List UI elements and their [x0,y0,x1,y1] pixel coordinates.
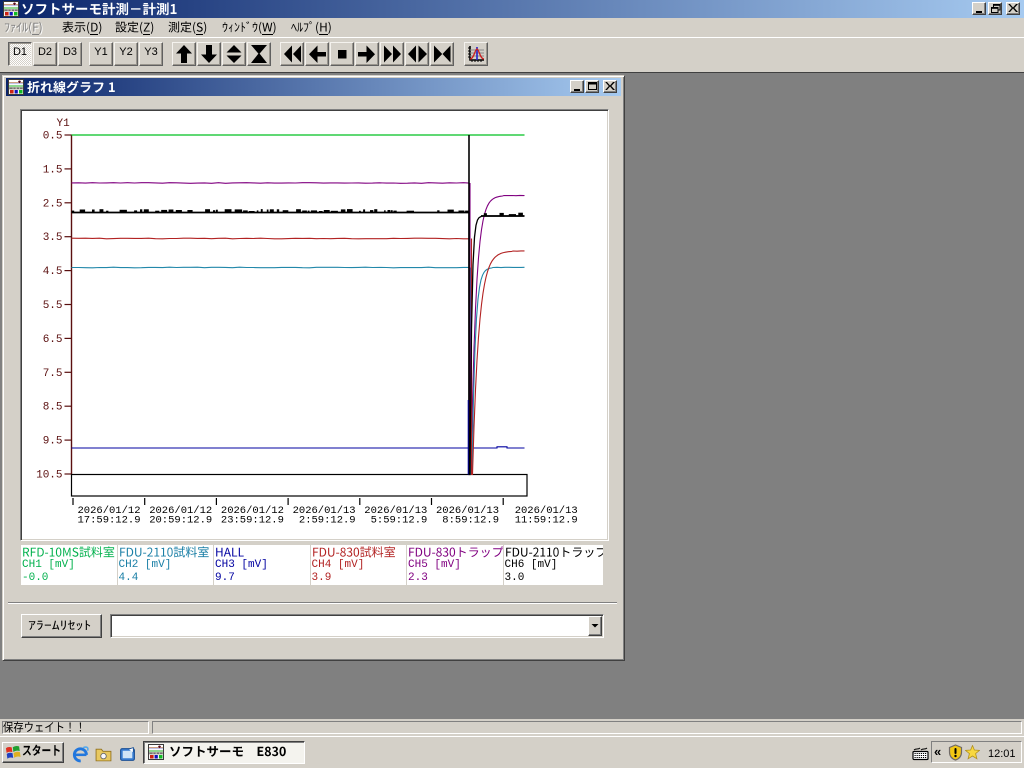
svg-text:8:59:12.9: 8:59:12.9 [436,515,499,527]
svg-text:7.5: 7.5 [43,368,63,380]
svg-text:6.5: 6.5 [43,334,63,346]
svg-text:10.5: 10.5 [36,470,62,482]
svg-text:23:59:12.9: 23:59:12.9 [221,515,284,527]
svg-text:0.5: 0.5 [43,131,63,143]
svg-text:8.5: 8.5 [43,402,63,414]
svg-text:11:59:12.9: 11:59:12.9 [515,515,578,527]
svg-text:2.5: 2.5 [43,198,63,210]
svg-text:9.5: 9.5 [43,436,63,448]
svg-text:5:59:12.9: 5:59:12.9 [364,515,427,527]
svg-text:5.5: 5.5 [43,300,63,312]
svg-text:4.5: 4.5 [43,266,63,278]
svg-text:2:59:12.9: 2:59:12.9 [293,515,356,527]
svg-text:17:59:12.9: 17:59:12.9 [78,515,141,527]
svg-text:1.5: 1.5 [43,164,63,176]
svg-text:Y1: Y1 [57,118,71,130]
svg-text:3.5: 3.5 [43,232,63,244]
svg-text:20:59:12.9: 20:59:12.9 [149,515,212,527]
